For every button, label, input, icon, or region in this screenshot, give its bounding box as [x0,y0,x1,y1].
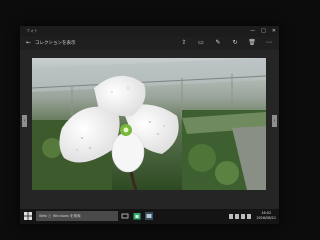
window-controls: — □ ✕ [250,27,276,35]
delete-icon[interactable]: 🗑 [248,38,256,48]
close-button[interactable]: ✕ [272,27,276,35]
next-photo-button[interactable]: › [272,115,277,127]
rotate-icon[interactable]: ↻ [231,38,239,48]
app-title: フォト [26,28,38,33]
view-collection-link[interactable]: コレクションを表示 [35,40,76,46]
toolbar-actions: ⇪ ▭ ✎ ↻ 🗑 ⋯ [180,38,273,48]
task-view-icon[interactable] [121,212,129,220]
photos-app-icon[interactable] [145,212,153,220]
store-icon[interactable] [133,212,141,220]
windows-start-icon[interactable] [24,212,32,220]
window-titlebar: フォト — □ ✕ [20,26,279,37]
clock[interactable]: 16:02 2016/08/21 [256,211,276,221]
slideshow-icon[interactable]: ▭ [197,38,205,48]
share-icon[interactable]: ⇪ [180,38,188,48]
orchid-photo-image [32,58,266,190]
network-icon[interactable] [229,213,234,219]
photo-toolbar: ← コレクションを表示 ⇪ ▭ ✎ ↻ 🗑 ⋯ [20,37,279,50]
monitor-screen: フォト — □ ✕ ← コレクションを表示 ⇪ ▭ ✎ ↻ 🗑 ⋯ ‹ › We… [20,26,279,224]
clock-date: 2016/08/21 [256,216,276,220]
system-tray: 16:02 2016/08/21 [229,211,276,221]
more-icon[interactable]: ⋯ [265,38,273,48]
volume-icon[interactable] [235,213,240,219]
maximize-button[interactable]: □ [261,27,266,35]
orchid-photo [32,58,266,190]
notification-icon[interactable] [247,213,252,219]
previous-photo-button[interactable]: ‹ [22,115,27,127]
edit-icon[interactable]: ✎ [214,38,222,48]
language-icon[interactable] [241,213,246,219]
back-button[interactable]: ← [26,39,31,46]
taskbar: Web と Windows を検索 16:02 2016/08/21 [20,209,279,224]
taskbar-search-input[interactable]: Web と Windows を検索 [36,211,118,221]
minimize-button[interactable]: — [250,27,255,35]
